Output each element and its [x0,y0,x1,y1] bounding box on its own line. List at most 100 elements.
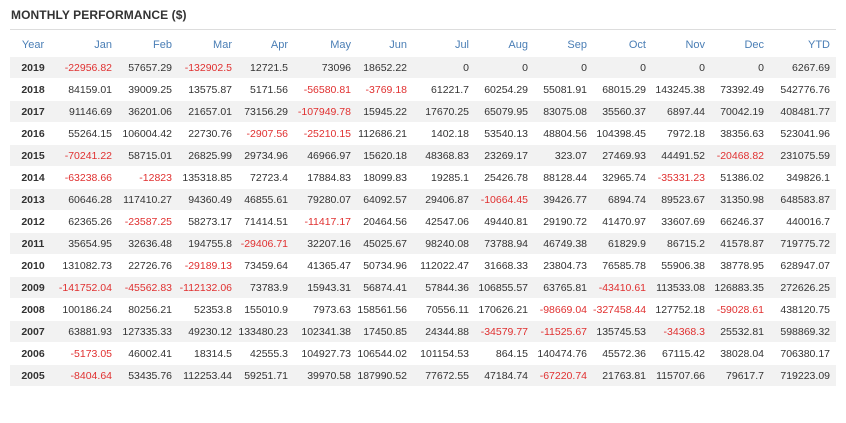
value-cell: 46749.38 [534,232,593,255]
column-header-dec: Dec [744,39,764,51]
value-cell: 1402.18 [413,122,475,145]
value-cell: 231075.59 [770,144,836,167]
column-header-mar: Mar [213,39,232,51]
value-cell: 49440.81 [475,210,534,233]
value-cell: 0 [413,56,475,79]
table-row: 2017 91146.69 36201.06 21657.01 73156.29 -107… [10,100,836,123]
value-cell: 73096 [294,56,357,79]
column-header-apr: Apr [270,39,288,51]
value-cell: 70556.11 [413,298,475,321]
value-cell: 523041.96 [770,122,836,145]
table-row: 2013 60646.28 117410.27 94360.49 46855.61 792… [10,188,836,211]
value-cell: 42555.3 [238,342,294,365]
year-cell: 2019 [10,56,56,79]
value-cell: 0 [711,56,770,79]
value-cell: 598869.32 [770,320,836,343]
value-cell: 6897.44 [652,100,711,123]
value-cell: 6894.74 [593,188,652,211]
value-cell: 31350.98 [711,188,770,211]
value-cell: 46855.61 [238,188,294,211]
value-cell: 25426.78 [475,166,534,189]
value-cell: 83075.08 [534,100,593,123]
value-cell: 89523.67 [652,188,711,211]
table-row: 2005 -8404.64 53435.76 112253.44 59251.71 399… [10,364,836,386]
value-cell: 135318.85 [178,166,238,189]
value-cell: 104927.73 [294,342,357,365]
value-cell: 648583.87 [770,188,836,211]
value-cell: 323.07 [534,144,593,167]
value-cell: 13575.87 [178,78,238,101]
year-cell: 2017 [10,100,56,123]
value-cell: 19285.1 [413,166,475,189]
value-cell: 77672.55 [413,364,475,386]
value-cell: -132902.5 [178,56,238,79]
value-cell: 18652.22 [357,56,413,79]
year-cell: 2014 [10,166,56,189]
value-cell: 21657.01 [178,100,238,123]
value-cell: -112132.06 [178,276,238,299]
value-cell: 23804.73 [534,254,593,277]
value-cell: -11417.17 [294,210,357,233]
value-cell: -10664.45 [475,188,534,211]
value-cell: 48804.56 [534,122,593,145]
value-cell: 0 [475,56,534,79]
value-cell: 31668.33 [475,254,534,277]
value-cell: 104398.45 [593,122,652,145]
table-row: 2008 100186.24 80256.21 52353.8 155010.9 7973… [10,298,836,321]
year-cell: 2016 [10,122,56,145]
value-cell: 41470.97 [593,210,652,233]
value-cell: 542776.76 [770,78,836,101]
column-header-may: May [330,39,351,51]
column-header-year: Year [21,39,45,51]
value-cell: -2907.56 [238,122,294,145]
value-cell: 98240.08 [413,232,475,255]
value-cell: 64092.57 [357,188,413,211]
value-cell: 23269.17 [475,144,534,167]
value-cell: 39009.25 [118,78,178,101]
column-header-aug: Aug [508,39,528,51]
value-cell: 46002.41 [118,342,178,365]
value-cell: 38356.63 [711,122,770,145]
value-cell: -5173.05 [56,342,118,365]
table-row: 2011 35654.95 32636.48 194755.8 -29406.71 322… [10,232,836,255]
value-cell: 106855.57 [475,276,534,299]
value-cell: 20464.56 [357,210,413,233]
value-cell: 7973.63 [294,298,357,321]
value-cell: 29190.72 [534,210,593,233]
value-cell: 106004.42 [118,122,178,145]
value-cell: 44491.52 [652,144,711,167]
year-cell: 2013 [10,188,56,211]
table-row: 2009 -141752.04 -45562.83 -112132.06 73783.9… [10,276,836,299]
value-cell: 73392.49 [711,78,770,101]
value-cell: 131082.73 [56,254,118,277]
value-cell: 272626.25 [770,276,836,299]
value-cell: -3769.18 [357,78,413,101]
value-cell: 35560.37 [593,100,652,123]
value-cell: 127752.18 [652,298,711,321]
table-row: 2016 55264.15 106004.42 22730.76 -2907.56 -25… [10,122,836,145]
value-cell: -141752.04 [56,276,118,299]
column-header-ytd: YTD [808,39,830,51]
value-cell: 73788.94 [475,232,534,255]
value-cell: -70241.22 [56,144,118,167]
value-cell: 88128.44 [534,166,593,189]
value-cell: 41578.87 [711,232,770,255]
year-cell: 2006 [10,342,56,365]
value-cell: 91146.69 [56,100,118,123]
value-cell: 53435.76 [118,364,178,386]
value-cell: 39426.77 [534,188,593,211]
value-cell: 51386.02 [711,166,770,189]
value-cell: 68015.29 [593,78,652,101]
value-cell: 101154.53 [413,342,475,365]
value-cell: 48368.83 [413,144,475,167]
value-cell: 26825.99 [178,144,238,167]
value-cell: -59028.61 [711,298,770,321]
value-cell: 39970.58 [294,364,357,386]
value-cell: 27469.93 [593,144,652,167]
column-header-jul: Jul [454,39,469,51]
value-cell: 63765.81 [534,276,593,299]
value-cell: 21763.81 [593,364,652,386]
value-cell: -45562.83 [118,276,178,299]
value-cell: 66246.37 [711,210,770,233]
value-cell: 25532.81 [711,320,770,343]
